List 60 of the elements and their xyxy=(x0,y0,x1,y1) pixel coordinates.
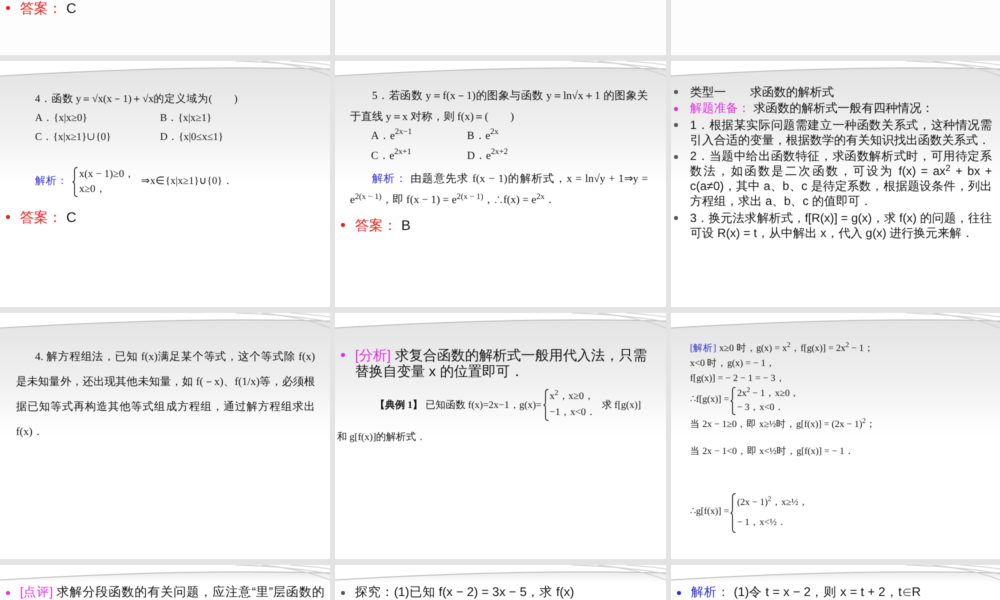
bullet-icon xyxy=(674,154,678,158)
bullet-icon xyxy=(341,222,345,226)
curly-brace-icon xyxy=(730,492,736,532)
bullet-text: 1．根据某实际问题需建立一种函数关系式，这种情况需引入合适的变量，根据数学的有关知识找出函数关系式． xyxy=(690,118,992,148)
answer-text: 答案： B xyxy=(355,216,411,232)
bullet-icon xyxy=(6,6,10,10)
solution-text: 当 2x − 1<0，即 x<½时，g[f(x)] = − 1． xyxy=(690,445,854,458)
case-text: x(x − 1)≥0， xyxy=(79,168,136,182)
answer-text: 答案： C xyxy=(20,209,76,225)
bullet-icon xyxy=(341,590,345,594)
case-text: (2x − 1)$^{2}$，x≥½， xyxy=(737,494,808,510)
curly-brace-icon xyxy=(542,389,549,421)
solution-text: f[g(x)] = − 2 − 1 = − 3， xyxy=(690,372,786,386)
solution-text: [解析] x≥0 时，g(x) = x$^{2}$，f[g(x)] = 2x$^{2}$ − 1； xyxy=(690,342,874,356)
curly-brace-icon xyxy=(730,386,736,414)
question-text: 5．若函数 y＝f(x－1)的图象与函数 y＝ln√x＋1 的图象关于直线 y＝x 对称，则 f(x)＝( ) xyxy=(350,88,648,124)
formula-text: ∴g[f(x)] = xyxy=(690,506,730,520)
option-text: A．e$^{2x−1}$ xyxy=(371,126,412,144)
solution-text: 当 2x − 1≥0，即 x≥½时，g[f(x)] = (2x − 1)$^{2}$； xyxy=(690,418,876,432)
formula-text: ∴f[g(x)] = xyxy=(690,394,730,408)
bullet-icon xyxy=(341,353,345,357)
option-text: D．{x|0≤x≤1} xyxy=(160,130,224,144)
bullet-icon xyxy=(674,216,678,220)
bullet-text: 类型一 求函数的解析式 xyxy=(690,84,835,100)
bullet-icon xyxy=(674,106,678,110)
solution-text: x<0 时，g(x) = − 1， xyxy=(690,357,776,370)
option-text: C．e$^{2x+1}$ xyxy=(371,146,412,164)
bullet-icon xyxy=(677,590,681,594)
curly-brace-icon xyxy=(72,166,78,196)
bullet-icon xyxy=(6,215,10,219)
case-text: −1，x<0． xyxy=(550,406,596,420)
bullet-text: 解题准备： 求函数的解析式一般有四种情况： xyxy=(690,101,935,116)
bullet-icon xyxy=(674,90,678,94)
formula-text: 【典例 1】 已知函数 f(x)=2x−1，g(x)= xyxy=(375,398,542,412)
bullet-icon xyxy=(6,590,10,594)
bullet-text: 3．换元法求解析式，f[R(x)] = g(x)，求 f(x) 的问题，往往可设 R(x) = t，从中解出 x，代入 g(x) 进行换元来解． xyxy=(690,210,992,240)
case-text: − 1，x<½． xyxy=(737,516,787,530)
analysis-text: 解析： 由题意先求 f(x − 1)的解析式，x = ln√y + 1⇒y = e$^{2(x − 1)}$，即 f(x − 1) = e$^{2(x − 1)}$，∴f(x) = e$^{2x}$． xyxy=(350,172,648,208)
bullet-text: [点评] 求解分段函数的有关问题，应注意“里”层函数的 xyxy=(20,585,326,600)
paragraph-text: 4. 解方程组法，已知 f(x)满足某个等式，这个等式除 f(x)是未知量外，还出现其他未知量，如 f(－x)、f(1/x)等，必须根据已知等式再构造其他等式组成方程组，通过解方程组求出 f(x)． xyxy=(16,350,315,440)
formula-text: 求 f[g(x)] xyxy=(602,398,642,412)
bullet-text: 解析： (1)令 t = x − 2，则 x = t + 2，t∈R xyxy=(691,585,921,600)
bullet-icon xyxy=(674,123,678,127)
case-text: 2x$^{2}$ − 1，x≥0， xyxy=(737,386,800,400)
case-text: − 3，x<0． xyxy=(737,402,784,414)
case-text: x≥0， xyxy=(79,182,106,196)
formula-text: 和 g[f(x)]的解析式． xyxy=(337,431,426,445)
formula-text: ⇒x∈{x|x≥1}∪{0}． xyxy=(141,174,234,189)
case-text: x$^{2}$，x≥0， xyxy=(550,389,594,404)
bullet-text: [分析] 求复合函数的解析式一般用代入法，只需替换自变量 x 的位置即可． xyxy=(355,347,648,379)
bullet-text: 2．当题中给出函数特征，求函数解析式时，可用待定系数法，如函数是二次函数，可设为 f(x) = ax$^{2}$ + bx + c(a≠0)，其中 a、b、c 是待定系数，根据题设条件，列出方程组，求出 a、b、c 的值即可． xyxy=(690,149,992,209)
bullet-text: 答案： C xyxy=(20,0,76,16)
option-text: A．{x|x≥0} xyxy=(35,112,88,126)
bullet-text: 探究：(1)已知 f(x − 2) = 3x − 5，求 f(x) xyxy=(355,585,574,600)
option-text: B．{x|x≥1} xyxy=(160,112,212,126)
label-text: 解析： xyxy=(35,174,69,189)
question-text: 4．函数 y＝√x(x－1)＋√x的定义域为( ) xyxy=(35,92,238,106)
option-text: C．{x|x≥1}∪{0} xyxy=(35,130,112,144)
option-text: B．e$^{2x}$ xyxy=(467,126,498,144)
option-text: D．e$^{2x+2}$ xyxy=(467,146,508,164)
